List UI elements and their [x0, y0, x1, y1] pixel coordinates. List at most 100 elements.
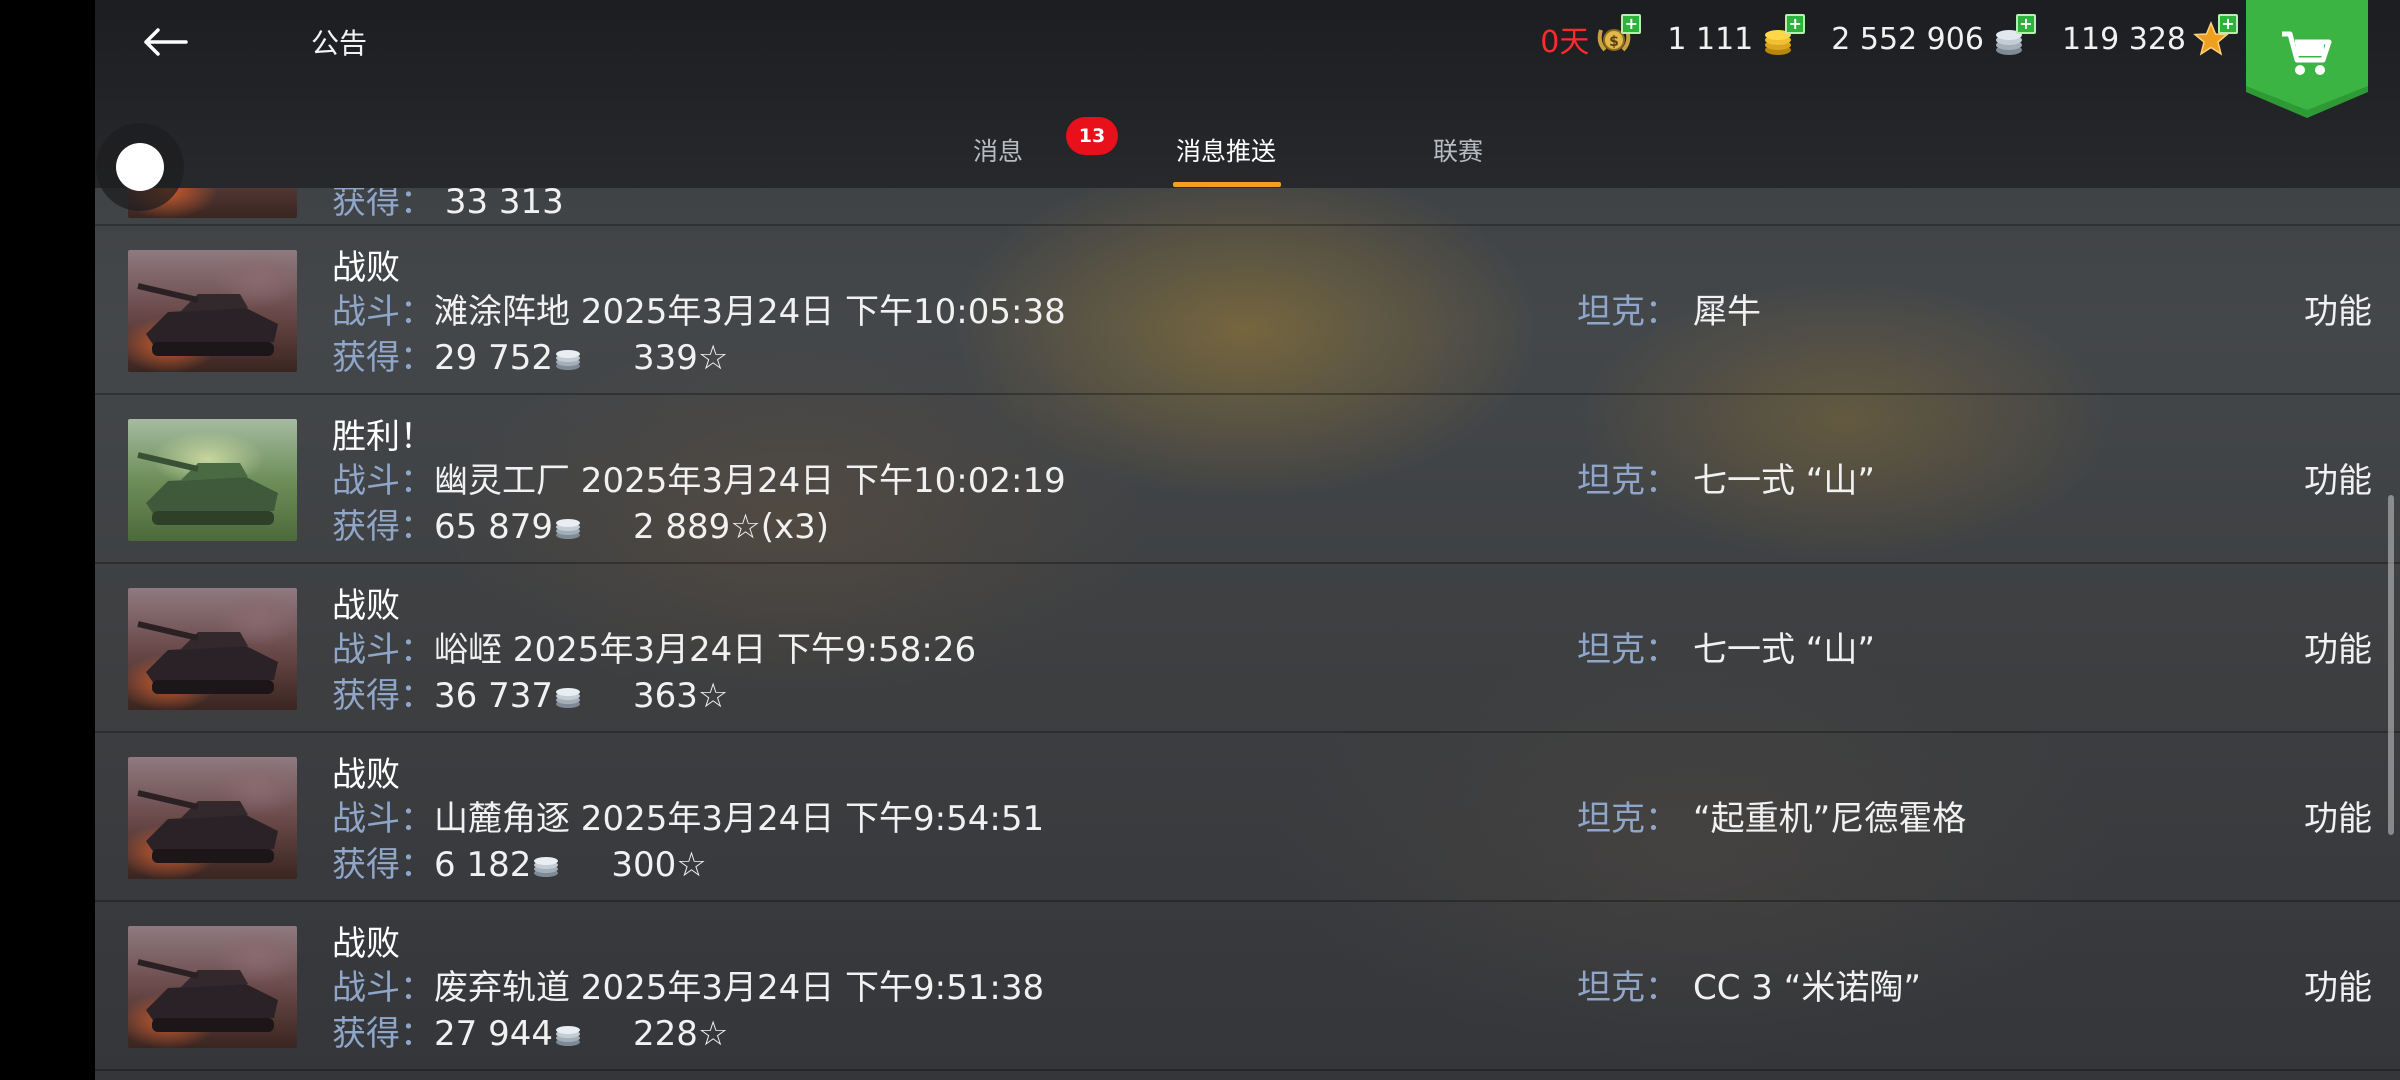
scrollbar[interactable] — [2388, 495, 2394, 835]
battle-line: 战斗：山麓角逐 2025年3月24日 下午9:54:51 — [332, 791, 1044, 840]
earnings-line: 获得：65 879 2 889☆(x3) — [332, 499, 829, 548]
shop-button[interactable] — [2246, 0, 2368, 118]
tank-name: 犀牛 — [1693, 292, 1761, 332]
battle-info: 废弃轨道 2025年3月24日 下午9:51:38 — [434, 968, 1045, 1008]
tank-silhouette-icon — [137, 621, 278, 694]
silver-coin-icon — [555, 688, 580, 708]
silver-coin-icon — [534, 857, 559, 877]
credits-value: 65 879 — [434, 507, 553, 547]
earn-label: 获得： — [332, 338, 434, 378]
function-button[interactable]: 功能 — [2304, 622, 2372, 671]
list-item[interactable]: 战败 战斗：废弃轨道 2025年3月24日 下午9:51:38 获得：27 94… — [95, 902, 2400, 1071]
battle-info: 幽灵工厂 2025年3月24日 下午10:02:19 — [434, 461, 1066, 501]
list-item[interactable]: 战败 战斗：峪峌 2025年3月24日 下午9:58:26 获得：36 737 3… — [95, 564, 2400, 733]
battle-line: 战斗：峪峌 2025年3月24日 下午9:58:26 — [332, 622, 976, 671]
top-bar: 公告 0天 $ + 1 111 + 2 552 906 + 119 328 + … — [95, 0, 2400, 188]
assist-dot-icon — [116, 143, 164, 191]
list-item[interactable]: 战败 战斗：滩涂阵地 2025年3月24日 下午10:05:38 获得：29 7… — [95, 226, 2400, 395]
function-button[interactable]: 功能 — [2304, 284, 2372, 333]
battle-line: 战斗：滩涂阵地 2025年3月24日 下午10:05:38 — [332, 284, 1066, 333]
active-tab-indicator — [1173, 182, 1281, 187]
battle-result: 胜利！ — [332, 417, 434, 457]
silver-coins-icon: + — [1990, 14, 2036, 58]
premium-account-counter[interactable]: 0天 $ + — [1540, 14, 1642, 61]
earn-label: 获得： — [332, 507, 434, 547]
tank-silhouette-icon — [137, 283, 278, 356]
tank-silhouette-icon — [137, 790, 278, 863]
battle-info: 山麓角逐 2025年3月24日 下午9:54:51 — [434, 799, 1045, 839]
list-item[interactable]: 战败 战斗：山麓角逐 2025年3月24日 下午9:54:51 获得：6 182… — [95, 733, 2400, 902]
page-title: 公告 — [311, 27, 368, 60]
battle-info: 峪峌 2025年3月24日 下午9:58:26 — [434, 630, 977, 670]
battle-thumbnail — [128, 250, 297, 372]
back-button[interactable] — [137, 18, 193, 66]
left-black-bar — [0, 0, 95, 1080]
app-screen: 获得： 33 313 战败 战斗：滩涂阵地 2025年3月24日 下午10:05… — [95, 0, 2400, 1080]
earn-label: 获得： — [332, 188, 434, 222]
tab-bar: 消息 消息推送 联赛 — [95, 118, 2400, 188]
currency-bar: 0天 $ + 1 111 + 2 552 906 + 119 328 + — [1540, 14, 2238, 64]
message-list[interactable]: 获得： 33 313 战败 战斗：滩涂阵地 2025年3月24日 下午10:05… — [95, 188, 2400, 1080]
credits-value: 6 182 — [434, 845, 532, 885]
earnings-line: 获得：36 737 363☆ — [332, 668, 728, 717]
silver-coin-icon — [555, 1026, 580, 1046]
silver-counter[interactable]: 2 552 906 + — [1831, 14, 2036, 58]
tank-label: 坦克： — [1577, 968, 1679, 1008]
tank-silhouette-icon — [137, 959, 278, 1032]
battle-thumbnail — [128, 926, 297, 1048]
earnings-line: 获得：6 182 300☆ — [332, 837, 707, 886]
credits-value: 36 737 — [434, 676, 553, 716]
function-button[interactable]: 功能 — [2304, 791, 2372, 840]
battle-info: 滩涂阵地 2025年3月24日 下午10:05:38 — [434, 292, 1066, 332]
tank-name: 七一式 “山” — [1693, 630, 1876, 670]
tab-message-push[interactable]: 消息推送 — [1176, 132, 1276, 168]
free-xp-counter[interactable]: 119 328 + — [2062, 14, 2238, 58]
battle-result: 战败 — [332, 248, 400, 288]
credits-value: 27 944 — [434, 1014, 553, 1054]
unread-count-badge: 13 — [1066, 117, 1118, 155]
function-button[interactable]: 功能 — [2304, 453, 2372, 502]
tank-name: 七一式 “山” — [1693, 461, 1876, 501]
list-item[interactable]: 胜利！ 战斗：幽灵工厂 2025年3月24日 下午10:02:19 获得：65 … — [95, 395, 2400, 564]
earn-label: 获得： — [332, 845, 434, 885]
tank-label: 坦克： — [1577, 799, 1679, 839]
tank-name: “起重机”尼德霍格 — [1693, 799, 1967, 839]
xp-value: 228☆ — [632, 1014, 729, 1054]
xp-value: 2 889☆(x3) — [632, 507, 830, 547]
battle-thumbnail — [128, 757, 297, 879]
tab-messages[interactable]: 消息 — [973, 132, 1023, 168]
earn-label: 获得： — [332, 1014, 434, 1054]
credits-value: 33 313 — [444, 188, 564, 222]
gold-coins-icon: + — [1759, 14, 1806, 58]
svg-text:$: $ — [1609, 34, 1619, 50]
tank-label: 坦克： — [1577, 630, 1679, 670]
xp-value: 339☆ — [632, 338, 729, 378]
tank-label: 坦克： — [1577, 461, 1679, 501]
silver-coin-icon — [555, 350, 580, 370]
battle-thumbnail — [128, 419, 297, 541]
battle-result: 战败 — [332, 924, 400, 964]
function-button[interactable]: 功能 — [2304, 960, 2372, 1009]
battle-label: 战斗： — [332, 292, 434, 332]
battle-label: 战斗： — [332, 630, 434, 670]
battle-label: 战斗： — [332, 461, 434, 501]
free-xp-star-icon: + — [2192, 14, 2238, 58]
credits-value: 29 752 — [434, 338, 553, 378]
earnings-line: 获得：29 752 339☆ — [332, 330, 728, 379]
xp-value: 300☆ — [611, 845, 707, 885]
battle-result: 战败 — [332, 755, 400, 795]
gold-counter[interactable]: 1 111 + — [1667, 14, 1806, 58]
silver-coin-icon — [555, 519, 580, 539]
battle-line: 战斗：幽灵工厂 2025年3月24日 下午10:02:19 — [332, 453, 1066, 502]
battle-thumbnail — [128, 588, 297, 710]
floating-assist-button[interactable] — [96, 123, 184, 211]
back-arrow-icon — [144, 28, 188, 56]
xp-value: 363☆ — [632, 676, 729, 716]
premium-medal-icon: $ + — [1595, 14, 1642, 58]
earn-label: 获得： — [332, 676, 434, 716]
battle-line: 战斗：废弃轨道 2025年3月24日 下午9:51:38 — [332, 960, 1044, 1009]
tank-label: 坦克： — [1577, 292, 1679, 332]
tab-league[interactable]: 联赛 — [1433, 132, 1483, 168]
list-item-partial: 获得： 33 313 — [95, 188, 2400, 226]
battle-result: 战败 — [332, 586, 400, 626]
